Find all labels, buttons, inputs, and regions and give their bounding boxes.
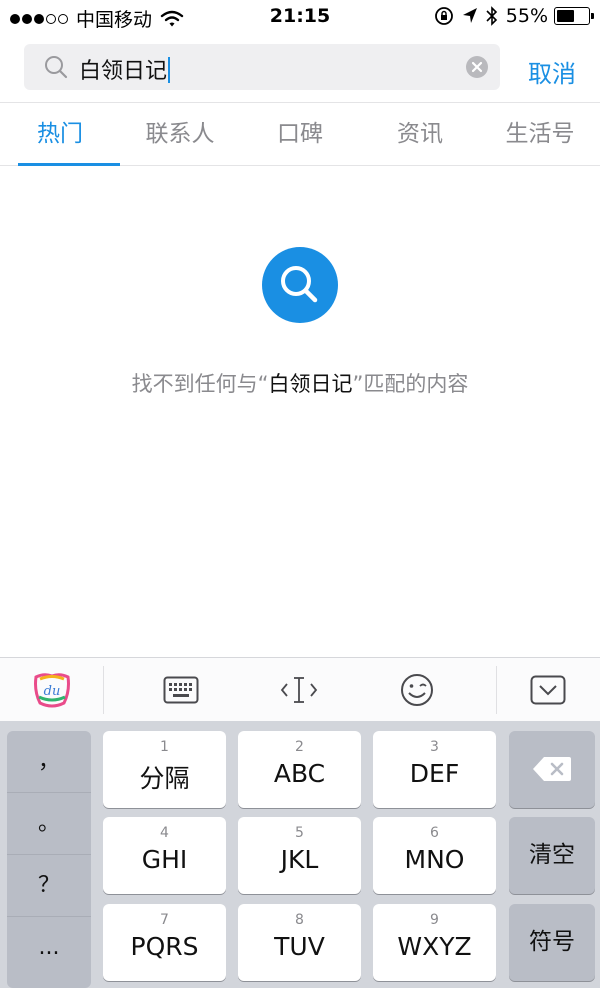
tab-life-accounts[interactable]: 生活号 — [480, 103, 600, 165]
battery-icon — [554, 7, 594, 25]
text-caret — [168, 57, 171, 83]
keyboard-icon[interactable] — [134, 658, 228, 722]
cursor-icon[interactable] — [252, 658, 346, 722]
location-arrow-icon — [462, 8, 477, 23]
empty-state-message: 找不到任何与“白领日记”匹配的内容 — [131, 372, 469, 396]
tab-contacts[interactable]: 联系人 — [120, 103, 240, 165]
key-7[interactable]: 7 PQRS — [103, 904, 226, 981]
punct-comma-key[interactable]: ， — [7, 731, 91, 793]
status-bar: 中国移动 21:15 55% — [0, 0, 600, 34]
backspace-button[interactable] — [509, 731, 595, 808]
search-input[interactable]: 白领日记 — [24, 44, 500, 90]
battery-percent: 55% — [505, 5, 548, 27]
tab-reviews[interactable]: 口碑 — [240, 103, 360, 165]
carrier-name: 中国移动 — [76, 9, 153, 31]
key-1[interactable]: 1 分隔 — [103, 731, 226, 808]
punct-question-key[interactable]: ？ — [7, 855, 91, 917]
t9-keyboard: ， 。 ？ ... 1 分隔 2 ABC 3 DEF 4 GHI 5 JKL 6 MNO 7… — [0, 721, 600, 988]
key-8[interactable]: 8 TUV — [238, 904, 361, 981]
key-2[interactable]: 2 ABC — [238, 731, 361, 808]
tab-news[interactable]: 资讯 — [360, 103, 480, 165]
search-header: 白领日记 取消 — [0, 34, 600, 102]
category-tabs: 热门 联系人 口碑 资讯 生活号 — [0, 102, 600, 166]
cancel-button[interactable]: 取消 — [528, 54, 576, 89]
key-6[interactable]: 6 MNO — [373, 817, 496, 894]
rotation-lock-icon — [434, 7, 453, 25]
clear-button[interactable]: 清空 — [509, 817, 595, 894]
search-query: 白领日记 — [79, 53, 171, 85]
search-icon — [45, 56, 68, 79]
empty-search-icon — [262, 247, 338, 323]
bluetooth-icon — [486, 6, 497, 26]
punct-ellipsis-key[interactable]: ... — [7, 917, 91, 979]
svg-text:du: du — [43, 684, 60, 699]
clear-icon[interactable] — [466, 56, 488, 78]
key-3[interactable]: 3 DEF — [373, 731, 496, 808]
emoji-icon[interactable] — [370, 658, 464, 722]
wifi-icon — [160, 10, 184, 26]
keyboard-toolbar: du — [0, 657, 600, 721]
key-4[interactable]: 4 GHI — [103, 817, 226, 894]
du-logo-icon[interactable]: du — [0, 658, 103, 722]
signal-strength-icon — [10, 13, 70, 24]
collapse-keyboard-icon[interactable] — [496, 658, 600, 722]
punctuation-column[interactable]: ， 。 ？ ... — [7, 731, 91, 988]
symbols-button[interactable]: 符号 — [509, 904, 595, 981]
punct-period-key[interactable]: 。 — [7, 793, 91, 855]
empty-state-keyword: 白领日记 — [268, 372, 353, 396]
key-9[interactable]: 9 WXYZ — [373, 904, 496, 981]
backspace-icon — [533, 757, 571, 781]
tab-hot[interactable]: 热门 — [0, 103, 120, 166]
key-5[interactable]: 5 JKL — [238, 817, 361, 894]
